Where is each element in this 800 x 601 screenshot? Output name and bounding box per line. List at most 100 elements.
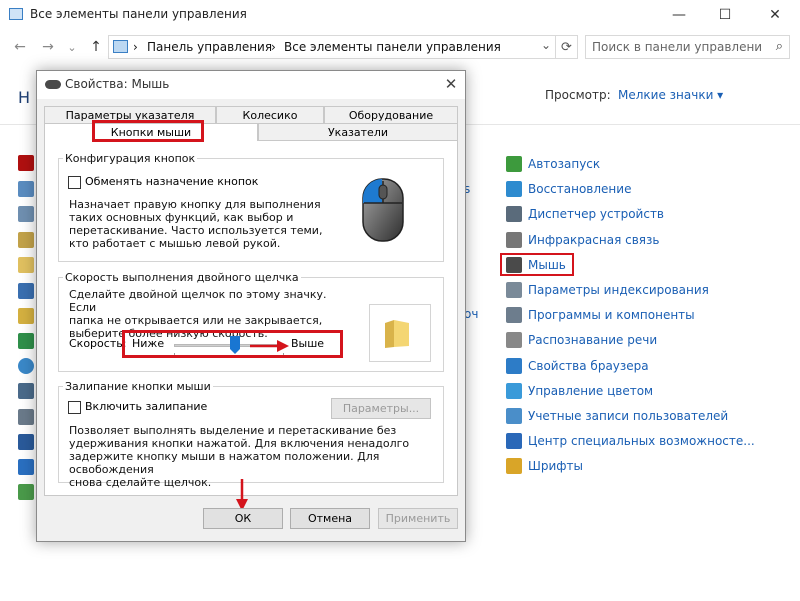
- cancel-button[interactable]: Отмена: [290, 508, 370, 529]
- ok-arrow-icon: [236, 479, 248, 511]
- browser-icon: [506, 358, 522, 374]
- control-panel-item-label: Учетные записи пользователей: [528, 409, 729, 423]
- control-panel-item-label: Шрифты: [528, 459, 583, 473]
- buttons-tab-highlight: [92, 120, 204, 142]
- default-programs-icon[interactable]: [18, 333, 34, 349]
- control-panel-item[interactable]: Учетные записи пользователей: [506, 406, 728, 426]
- flash-player-icon[interactable]: [18, 155, 34, 171]
- window-icon: [9, 8, 23, 20]
- tab-pointers[interactable]: Указатели: [258, 123, 458, 140]
- click-lock-settings-button[interactable]: Параметры...: [331, 398, 431, 419]
- address-separator-icon: ›: [133, 40, 138, 54]
- fonts-icon: [506, 458, 522, 474]
- control-panel-item[interactable]: Управление цветом: [506, 381, 653, 401]
- sound-icon[interactable]: [18, 409, 34, 425]
- click-lock-title: Залипание кнопки мыши: [63, 380, 213, 393]
- backup-icon[interactable]: [18, 232, 34, 248]
- hidden-item-fragment[interactable]: оч: [464, 307, 478, 321]
- control-panel-item[interactable]: Параметры индексирования: [506, 280, 709, 300]
- breadcrumb-all-items[interactable]: Все элементы панели управления: [284, 40, 501, 54]
- click-lock-description: Позволяет выполнять выделение и перетаск…: [69, 424, 439, 489]
- description-line: снова сделайте щелчок.: [69, 476, 212, 489]
- mouse-item-highlight: [500, 253, 574, 276]
- close-button[interactable]: ✕: [752, 0, 798, 30]
- swap-buttons-checkbox[interactable]: [68, 176, 81, 189]
- control-panel-item-label: Распознавание речи: [528, 333, 658, 347]
- folder-options-icon[interactable]: [18, 257, 34, 273]
- control-panel-item[interactable]: Диспетчер устройств: [506, 204, 664, 224]
- page-heading: Н: [18, 88, 31, 107]
- tab-wheel[interactable]: Колесико: [216, 106, 324, 123]
- window-title: Все элементы панели управления: [30, 7, 247, 21]
- view-mode-dropdown[interactable]: Мелкие значки ▾: [618, 88, 723, 102]
- description-line: Назначает правую кнопку для выполнения: [69, 198, 321, 211]
- speed-slider-highlight: [122, 330, 343, 358]
- checklist-icon[interactable]: [18, 283, 34, 299]
- buttons-tab-panel: Конфигурация кнопок Обменять назначение …: [44, 140, 458, 496]
- taskbar-icon[interactable]: [18, 308, 34, 324]
- windows-update-icon[interactable]: [18, 459, 34, 475]
- description-line: удерживания кнопки нажатой. Для включени…: [69, 437, 410, 450]
- view-label: Просмотр:: [545, 88, 611, 102]
- search-box[interactable]: ⌕: [585, 35, 790, 59]
- buttons-config-title: Конфигурация кнопок: [63, 152, 198, 165]
- up-button[interactable]: ↑: [86, 38, 106, 56]
- infrared-icon: [506, 232, 522, 248]
- control-panel-item-label: Центр специальных возможносте...: [528, 434, 755, 448]
- autoplay-icon: [506, 156, 522, 172]
- device-manager-icon: [506, 206, 522, 222]
- search-input[interactable]: [586, 36, 761, 58]
- control-panel-item[interactable]: Инфракрасная связь: [506, 230, 659, 250]
- control-panel-item[interactable]: Центр специальных возможносте...: [506, 431, 755, 451]
- control-panel-item-label: Свойства браузера: [528, 359, 649, 373]
- tab-hardware[interactable]: Оборудование: [324, 106, 458, 123]
- devices-icon[interactable]: [18, 206, 34, 222]
- control-panel-item[interactable]: Распознавание речи: [506, 330, 657, 350]
- control-panel-item-label: Восстановление: [528, 182, 632, 196]
- speech-icon: [506, 332, 522, 348]
- back-button[interactable]: ←: [10, 38, 30, 56]
- display-icon[interactable]: [18, 383, 34, 399]
- breadcrumb-control-panel[interactable]: Панель управления: [147, 40, 272, 54]
- speed-label: Скорость:: [69, 337, 127, 350]
- control-panel-item[interactable]: Восстановление: [506, 179, 631, 199]
- dialog-close-button[interactable]: ✕: [441, 74, 461, 94]
- control-panel-item-label: Диспетчер устройств: [528, 207, 665, 221]
- programs-icon: [506, 307, 522, 323]
- description-line: Позволяет выполнять выделение и перетаск…: [69, 424, 397, 437]
- control-panel-item[interactable]: Автозапуск: [506, 154, 600, 174]
- control-panel-icon: [113, 40, 128, 53]
- globe-icon[interactable]: [18, 358, 34, 374]
- test-folder-area[interactable]: [369, 304, 431, 362]
- apply-button[interactable]: Применить: [378, 508, 458, 529]
- forward-button[interactable]: →: [38, 38, 58, 56]
- troubleshoot-icon[interactable]: [18, 484, 34, 500]
- description-line: кто работает с мышью левой рукой.: [69, 237, 281, 250]
- click-lock-checkbox[interactable]: [68, 401, 81, 414]
- minimize-button[interactable]: —: [656, 0, 702, 30]
- indexing-icon: [506, 282, 522, 298]
- click-lock-label[interactable]: Включить залипание: [85, 400, 207, 413]
- dialog-titlebar: Свойства: Мышь ✕: [37, 71, 465, 99]
- address-dropdown-icon[interactable]: ⌄: [541, 38, 551, 52]
- flag-icon[interactable]: [18, 434, 34, 450]
- refresh-icon[interactable]: ⟳: [556, 35, 578, 59]
- network-icon[interactable]: [18, 181, 34, 197]
- accessibility-icon: [506, 433, 522, 449]
- color-management-icon: [506, 383, 522, 399]
- address-bar[interactable]: › Панель управления › Все элементы панел…: [108, 35, 556, 59]
- control-panel-item[interactable]: Программы и компоненты: [506, 305, 695, 325]
- folder-icon[interactable]: [384, 319, 410, 349]
- control-panel-item[interactable]: Свойства браузера: [506, 356, 649, 376]
- recent-dropdown-button[interactable]: ⌄: [62, 38, 82, 56]
- mouse-icon: [45, 80, 61, 89]
- swap-buttons-label[interactable]: Обменять назначение кнопок: [85, 175, 258, 188]
- ok-button[interactable]: ОК: [203, 508, 283, 529]
- search-icon[interactable]: ⌕: [776, 39, 783, 54]
- maximize-button[interactable]: ☐: [702, 0, 748, 30]
- mouse-properties-dialog: Свойства: Мышь ✕ Параметры указателя Кол…: [36, 70, 466, 542]
- address-separator-icon: ›: [271, 40, 276, 54]
- control-panel-item[interactable]: Шрифты: [506, 456, 583, 476]
- buttons-config-description: Назначает правую кнопку для выполнения т…: [69, 198, 329, 250]
- control-panel-item-label: Инфракрасная связь: [528, 233, 660, 247]
